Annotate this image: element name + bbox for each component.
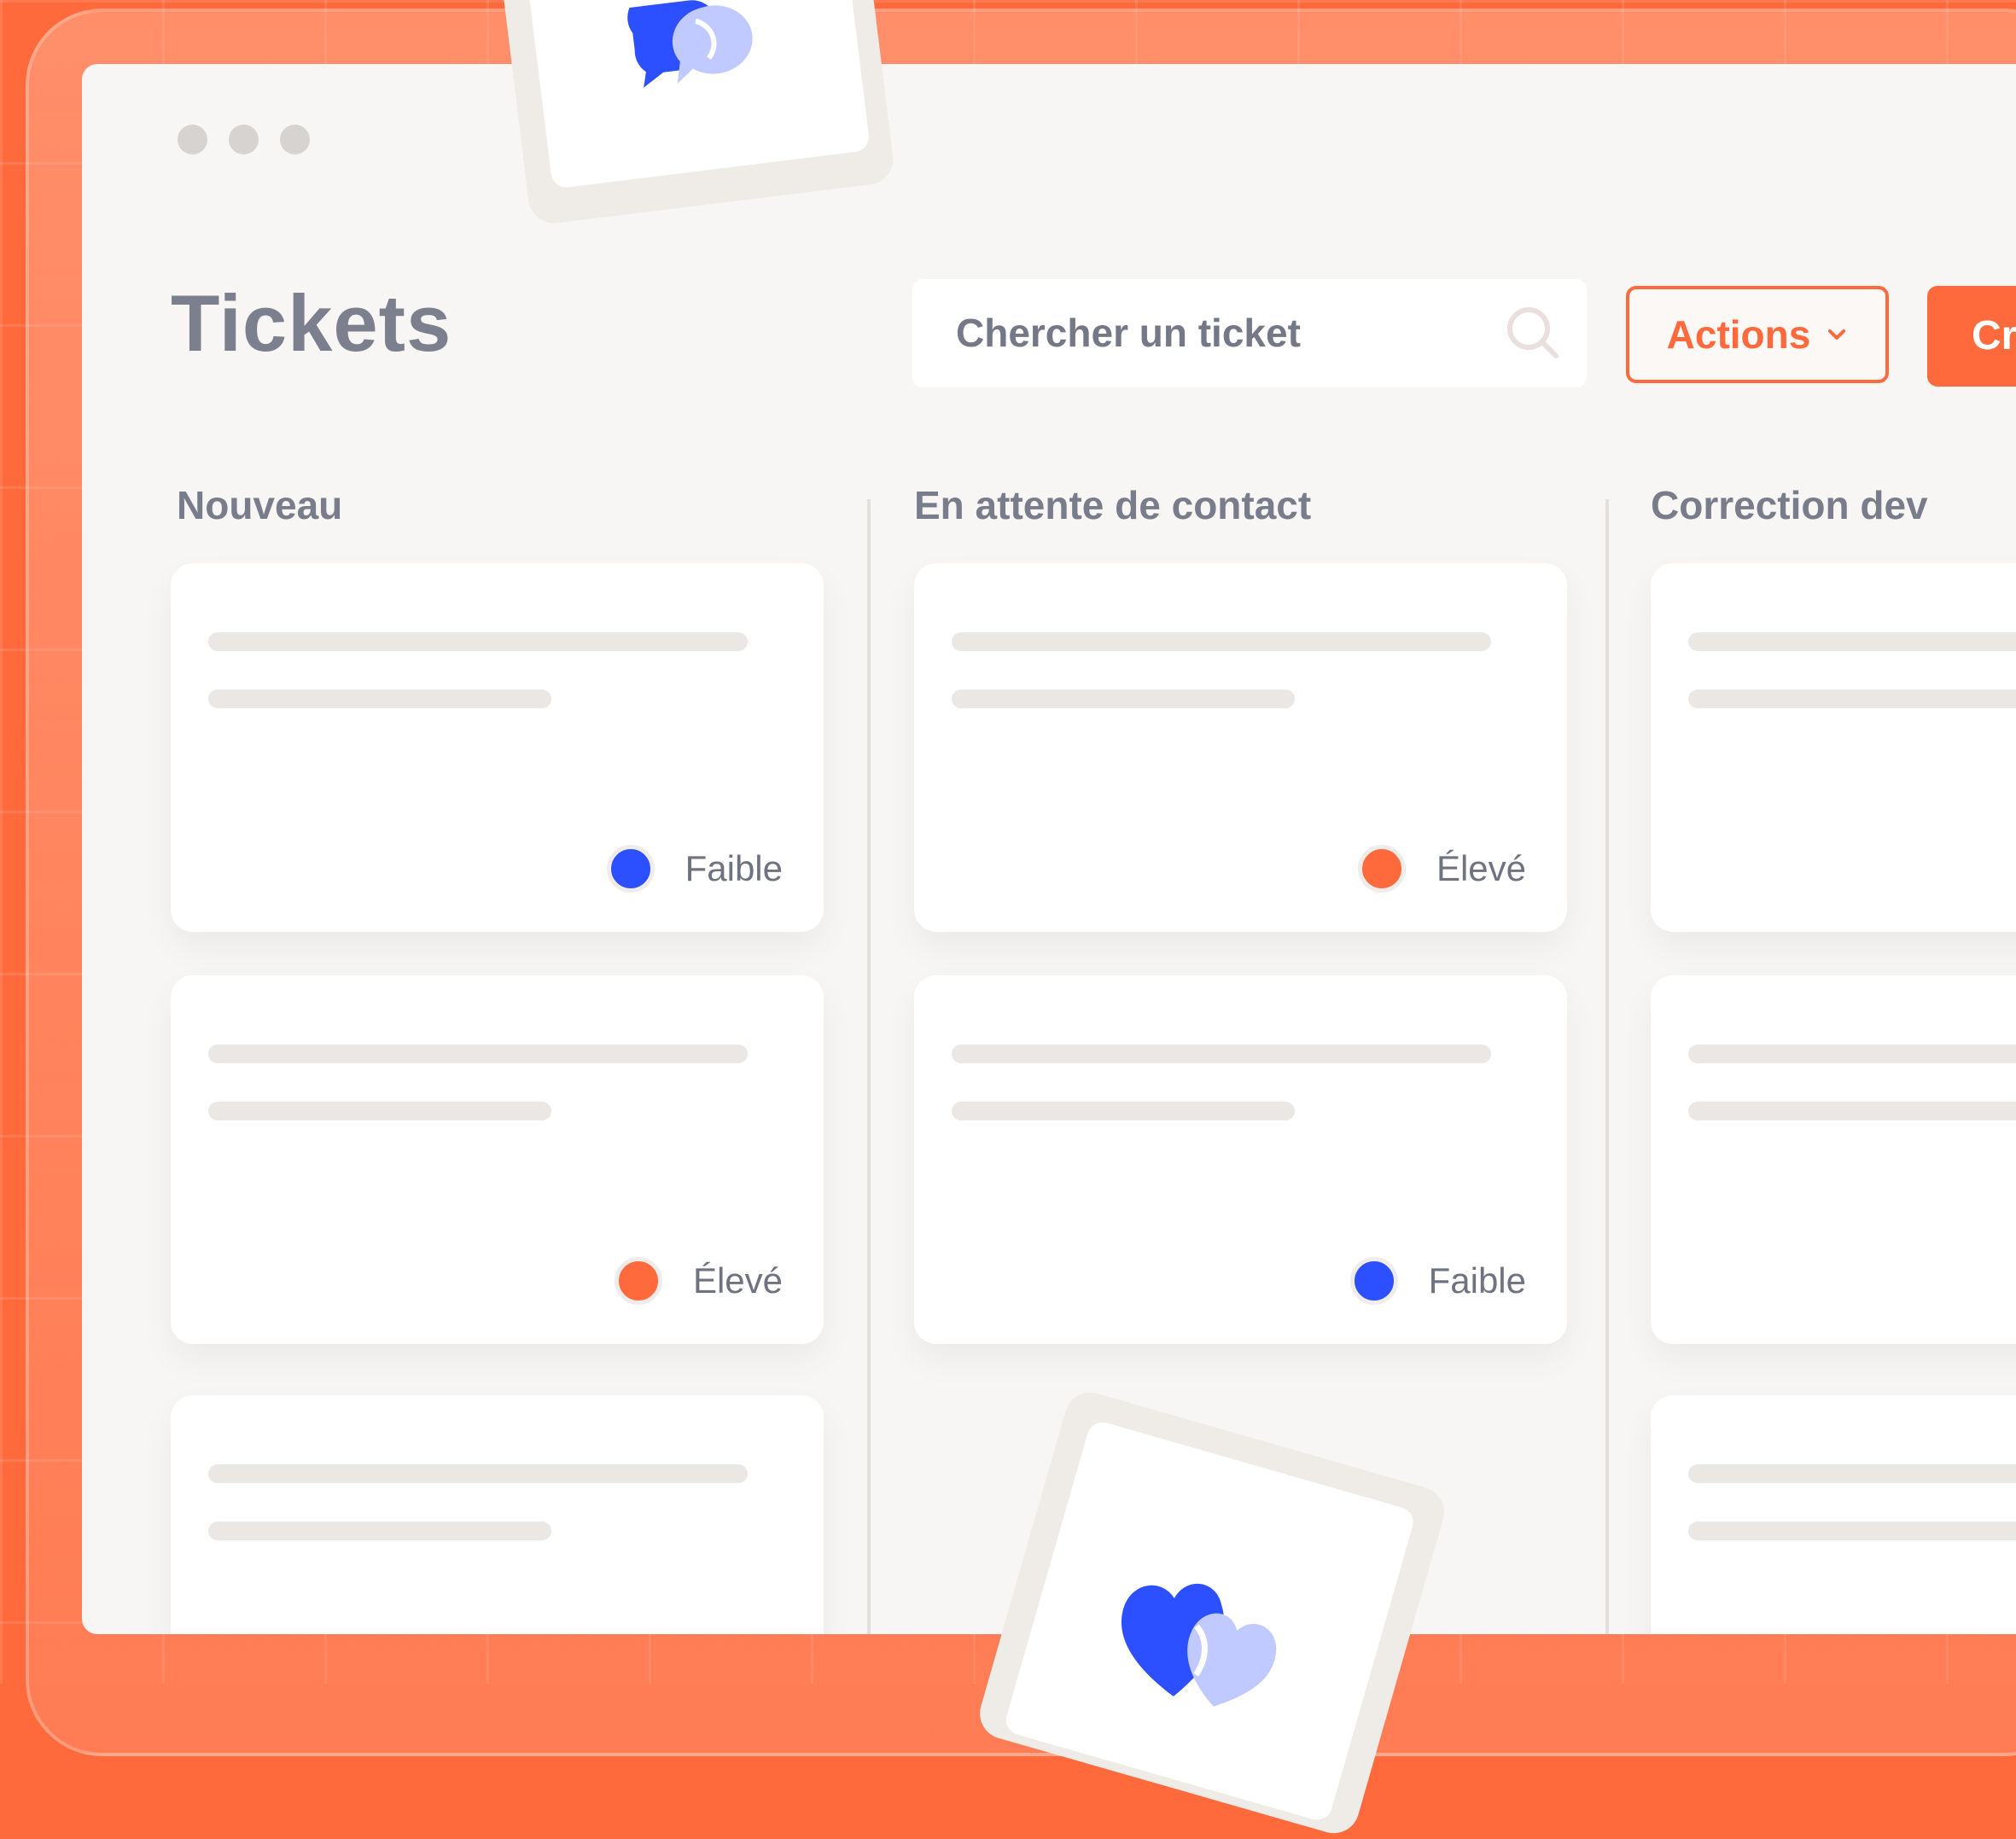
ticket-card[interactable]	[171, 1395, 824, 1634]
priority-dot	[614, 1257, 662, 1305]
column-title-correction: Correction dev	[1651, 483, 1928, 527]
ticket-card[interactable]: Faible	[914, 975, 1567, 1344]
skeleton-line	[1688, 1102, 2016, 1120]
ticket-card[interactable]	[1651, 975, 2016, 1344]
priority-label: Élevé	[692, 1260, 783, 1301]
ticket-card[interactable]	[1651, 1395, 2016, 1634]
skeleton-line	[208, 1102, 551, 1120]
skeleton-line	[952, 1102, 1295, 1120]
actions-button-label: Actions	[1666, 312, 1811, 357]
skeleton-line	[952, 632, 1491, 651]
skeleton-line	[1688, 632, 2016, 651]
search-input[interactable]: Chercher un ticket	[912, 279, 1587, 387]
column-title-en-attente: En attente de contact	[914, 483, 1312, 527]
priority-indicator: Faible	[606, 845, 783, 893]
window-dot[interactable]	[280, 125, 310, 154]
hearts-icon	[1121, 1584, 1277, 1707]
priority-label: Faible	[685, 848, 783, 888]
skeleton-line	[1688, 1464, 2016, 1483]
priority-label: Faible	[1428, 1260, 1526, 1301]
search-placeholder: Chercher un ticket	[956, 311, 1301, 355]
skeleton-line	[952, 690, 1295, 708]
skeleton-line	[952, 1045, 1491, 1063]
search-icon[interactable]	[1503, 303, 1563, 363]
skeleton-line	[1688, 1522, 2016, 1540]
skeleton-line	[208, 632, 748, 651]
floating-badge-panel	[521, 0, 871, 189]
ticket-card[interactable]	[1651, 563, 2016, 932]
skeleton-line	[1688, 690, 2016, 708]
priority-indicator: Élevé	[1357, 845, 1526, 893]
column-title-nouveau: Nouveau	[177, 483, 343, 527]
column-divider	[867, 499, 871, 1634]
ticket-card[interactable]: Élevé	[914, 563, 1567, 932]
chat-bubbles-icon	[627, 0, 753, 88]
app-window: Tickets Chercher un ticket Actions Cr No…	[82, 64, 2016, 1634]
window-controls	[178, 125, 310, 154]
skeleton-line	[208, 1045, 748, 1063]
ticket-card[interactable]: Élevé	[171, 975, 824, 1344]
page-title: Tickets	[171, 278, 452, 368]
priority-dot	[1357, 845, 1406, 893]
floating-badge-panel	[1002, 1418, 1417, 1824]
column-divider	[1605, 499, 1609, 1634]
skeleton-line	[208, 690, 551, 708]
skeleton-line	[208, 1464, 748, 1483]
ticket-card[interactable]: Faible	[171, 563, 824, 932]
window-dot[interactable]	[229, 125, 259, 154]
window-dot[interactable]	[178, 125, 207, 154]
priority-indicator: Élevé	[614, 1257, 783, 1305]
priority-dot	[1349, 1257, 1398, 1305]
chevron-down-icon	[1828, 329, 1846, 340]
priority-indicator: Faible	[1349, 1257, 1526, 1305]
priority-label: Élevé	[1436, 848, 1526, 888]
priority-dot	[606, 845, 655, 893]
skeleton-line	[1688, 1045, 2016, 1063]
create-ticket-button[interactable]: Cr	[1927, 286, 2016, 387]
skeleton-line	[208, 1522, 551, 1540]
actions-button[interactable]: Actions	[1626, 286, 1889, 383]
